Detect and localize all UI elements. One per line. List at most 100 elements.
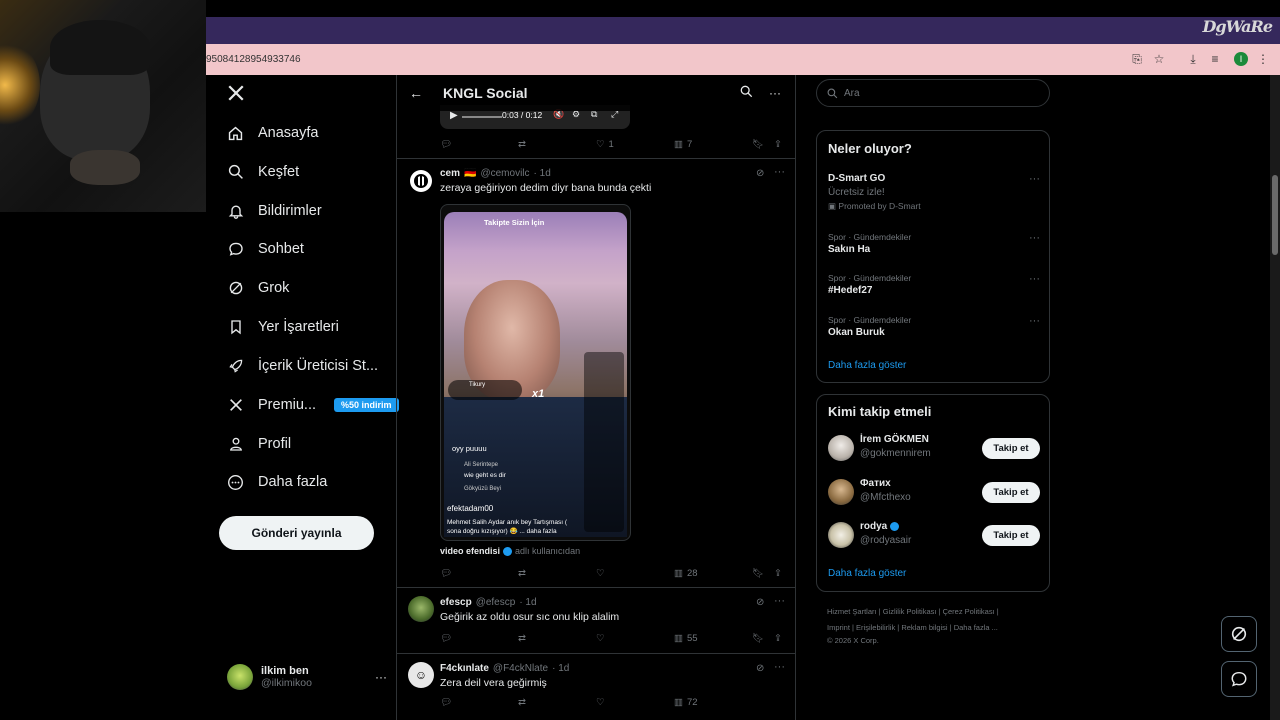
nav-item-3[interactable]: Bildirimler <box>227 198 322 224</box>
view-count: 72 <box>686 697 698 707</box>
more-horizontal-icon[interactable]: ··· <box>774 166 785 178</box>
footer-line[interactable]: Hizmet Şartları | Gizlilik Politikası | … <box>827 604 1047 620</box>
author-handle[interactable]: @F4ckNlate <box>493 663 548 674</box>
trend-item[interactable]: Spor · Gündemdekiler Sakın Ha ··· <box>828 232 1040 255</box>
author-name[interactable]: efescp <box>440 597 472 608</box>
bookmark-icon[interactable]: 🔖︎ <box>752 568 764 579</box>
follow-suggestion[interactable]: Фатих @Mfcthexo Takip et <box>828 477 1040 507</box>
url-text[interactable]: 95084128954933746 <box>206 54 301 65</box>
author-name[interactable]: cem <box>440 168 460 179</box>
avatar[interactable]: ☺ <box>408 662 434 688</box>
like-button[interactable]: ♡ 1 <box>596 139 614 150</box>
retweet-icon[interactable]: ⇄ <box>518 633 526 644</box>
author-name[interactable]: F4ckınlate <box>440 663 489 674</box>
bookmark-icon[interactable]: 🔖︎ <box>752 633 764 644</box>
follow-button[interactable]: Takip et <box>982 525 1040 546</box>
share-icon[interactable]: ⇪ <box>774 633 782 644</box>
divider <box>397 158 796 159</box>
heart-icon[interactable]: ♡ <box>596 633 605 644</box>
follow-button[interactable]: Takip et <box>982 438 1040 459</box>
search-input[interactable]: Ara <box>816 79 1050 107</box>
verified-icon <box>890 522 900 531</box>
nav-item-4[interactable]: Sohbet <box>227 236 304 262</box>
more-horizontal-icon[interactable]: ··· <box>774 595 785 607</box>
reply-icon[interactable]: 💬︎ <box>440 697 452 707</box>
nav-item-9[interactable]: Profil <box>227 431 291 457</box>
more-horizontal-icon[interactable]: ··· <box>1029 232 1040 244</box>
post-button[interactable]: Gönderi yayınla <box>219 516 374 550</box>
follow-button[interactable]: Takip et <box>982 482 1040 503</box>
attribution-user[interactable]: video efendisi <box>440 546 500 556</box>
timestamp[interactable]: · 1d <box>534 168 551 179</box>
trends-title: Neler oluyor? <box>828 141 912 156</box>
trend-item[interactable]: Spor · Gündemdekiler #Hedef27 ··· <box>828 273 1040 296</box>
play-icon[interactable]: ▶ <box>450 110 458 121</box>
nav-item-5[interactable]: Grok <box>227 275 289 301</box>
show-more-link[interactable]: Daha fazla göster <box>828 360 906 371</box>
grok-icon[interactable]: ⊘ <box>756 597 764 608</box>
share-icon[interactable]: ⇪ <box>774 568 782 579</box>
views-button[interactable]: ▥ 72 <box>674 697 698 707</box>
install-icon[interactable]: ⎘ <box>1130 52 1144 66</box>
follow-suggestion[interactable]: rodya @rodyasair Takip et <box>828 520 1040 550</box>
author-handle[interactable]: @cemovilc <box>480 168 529 179</box>
media-icon[interactable]: ≡ <box>1208 52 1222 66</box>
address-bar[interactable]: 95084128954933746 ⎘ ☆ ⤓ ≡ I ⋮ <box>206 44 1280 75</box>
reply-icon[interactable]: 💬︎ <box>440 568 452 579</box>
more-horizontal-icon[interactable]: ··· <box>375 670 387 684</box>
back-arrow-icon[interactable]: ← <box>409 85 423 101</box>
trend-item[interactable]: Spor · Gündemdekiler Okan Buruk ··· <box>828 315 1040 338</box>
avatar[interactable] <box>408 596 434 622</box>
views-button[interactable]: ▥ 7 <box>674 139 692 150</box>
share-icon[interactable]: ⇪ <box>774 139 782 150</box>
show-more-link[interactable]: Daha fazla göster <box>828 568 906 579</box>
nav-item-1[interactable]: Anasayfa <box>227 120 318 146</box>
more-horizontal-icon[interactable]: ··· <box>769 86 781 100</box>
scrollbar-thumb[interactable] <box>1272 175 1278 255</box>
retweet-icon[interactable]: ⇄ <box>518 139 526 150</box>
discount-badge[interactable]: %50 indirim <box>334 398 399 412</box>
avatar[interactable] <box>410 170 432 192</box>
more-horizontal-icon[interactable]: ··· <box>1029 315 1040 327</box>
heart-icon[interactable]: ♡ <box>596 568 605 579</box>
nav-item-6[interactable]: Yer İşaretleri <box>227 314 339 340</box>
nav-item-2[interactable]: Keşfet <box>227 159 299 185</box>
timestamp[interactable]: · 1d <box>552 663 569 674</box>
views-button[interactable]: ▥ 55 <box>674 633 698 644</box>
profile-icon[interactable]: I <box>1234 52 1248 66</box>
messages-fab[interactable] <box>1221 661 1257 697</box>
menu-dots-icon[interactable]: ⋮ <box>1256 52 1270 66</box>
retweet-icon[interactable]: ⇄ <box>518 568 526 579</box>
nav-label: Bildirimler <box>258 203 322 219</box>
nav-item-8[interactable]: Premiu... %50 indirim <box>227 392 399 418</box>
video-player-2[interactable]: Takipte Sizin İçin Tikury x1 oyy puuuu A… <box>440 204 631 541</box>
more-horizontal-icon[interactable]: ··· <box>774 661 785 673</box>
reply-icon[interactable]: 💬︎ <box>440 633 452 644</box>
grok-fab[interactable] <box>1221 616 1257 652</box>
star-icon[interactable]: ☆ <box>1152 52 1166 66</box>
scrollbar[interactable] <box>1270 75 1280 720</box>
reply-icon[interactable]: 💬︎ <box>440 139 452 150</box>
grok-icon[interactable]: ⊘ <box>756 168 764 179</box>
download-icon[interactable]: ⤓ <box>1186 52 1200 66</box>
retweet-icon[interactable]: ⇄ <box>518 697 526 707</box>
bookmark-icon[interactable]: 🔖︎ <box>752 139 764 150</box>
more-horizontal-icon[interactable]: ··· <box>1029 273 1040 285</box>
timestamp[interactable]: · 1d <box>519 597 536 608</box>
video-progress[interactable] <box>462 116 502 118</box>
author-handle[interactable]: @efescp <box>476 597 516 608</box>
follow-suggestion[interactable]: İrem GÖKMEN @gokmennirem Takip et <box>828 433 1040 463</box>
footer-links[interactable]: Hizmet Şartları | Gizlilik Politikası | … <box>827 604 1047 646</box>
heart-icon[interactable]: ♡ <box>596 697 605 707</box>
account-switcher[interactable]: ilkim ben @ilkimikoo ··· <box>227 660 387 694</box>
search-icon[interactable] <box>740 85 753 101</box>
footer-line[interactable]: Imprint | Erişilebilirlik | Reklam bilgi… <box>827 620 1047 636</box>
views-button[interactable]: ▥ 28 <box>674 568 698 579</box>
nav-item-10[interactable]: Daha fazla <box>227 469 327 495</box>
nav-item-7[interactable]: İçerik Üreticisi St... <box>227 353 378 379</box>
more-horizontal-icon[interactable]: ··· <box>1029 173 1040 185</box>
nav-label: İçerik Üreticisi St... <box>258 358 379 374</box>
grok-icon[interactable]: ⊘ <box>756 663 764 674</box>
x-logo-icon[interactable] <box>227 84 245 104</box>
trend-item[interactable]: D-Smart GO Ücretsiz izle! ▣ Promoted by … <box>828 173 1040 212</box>
